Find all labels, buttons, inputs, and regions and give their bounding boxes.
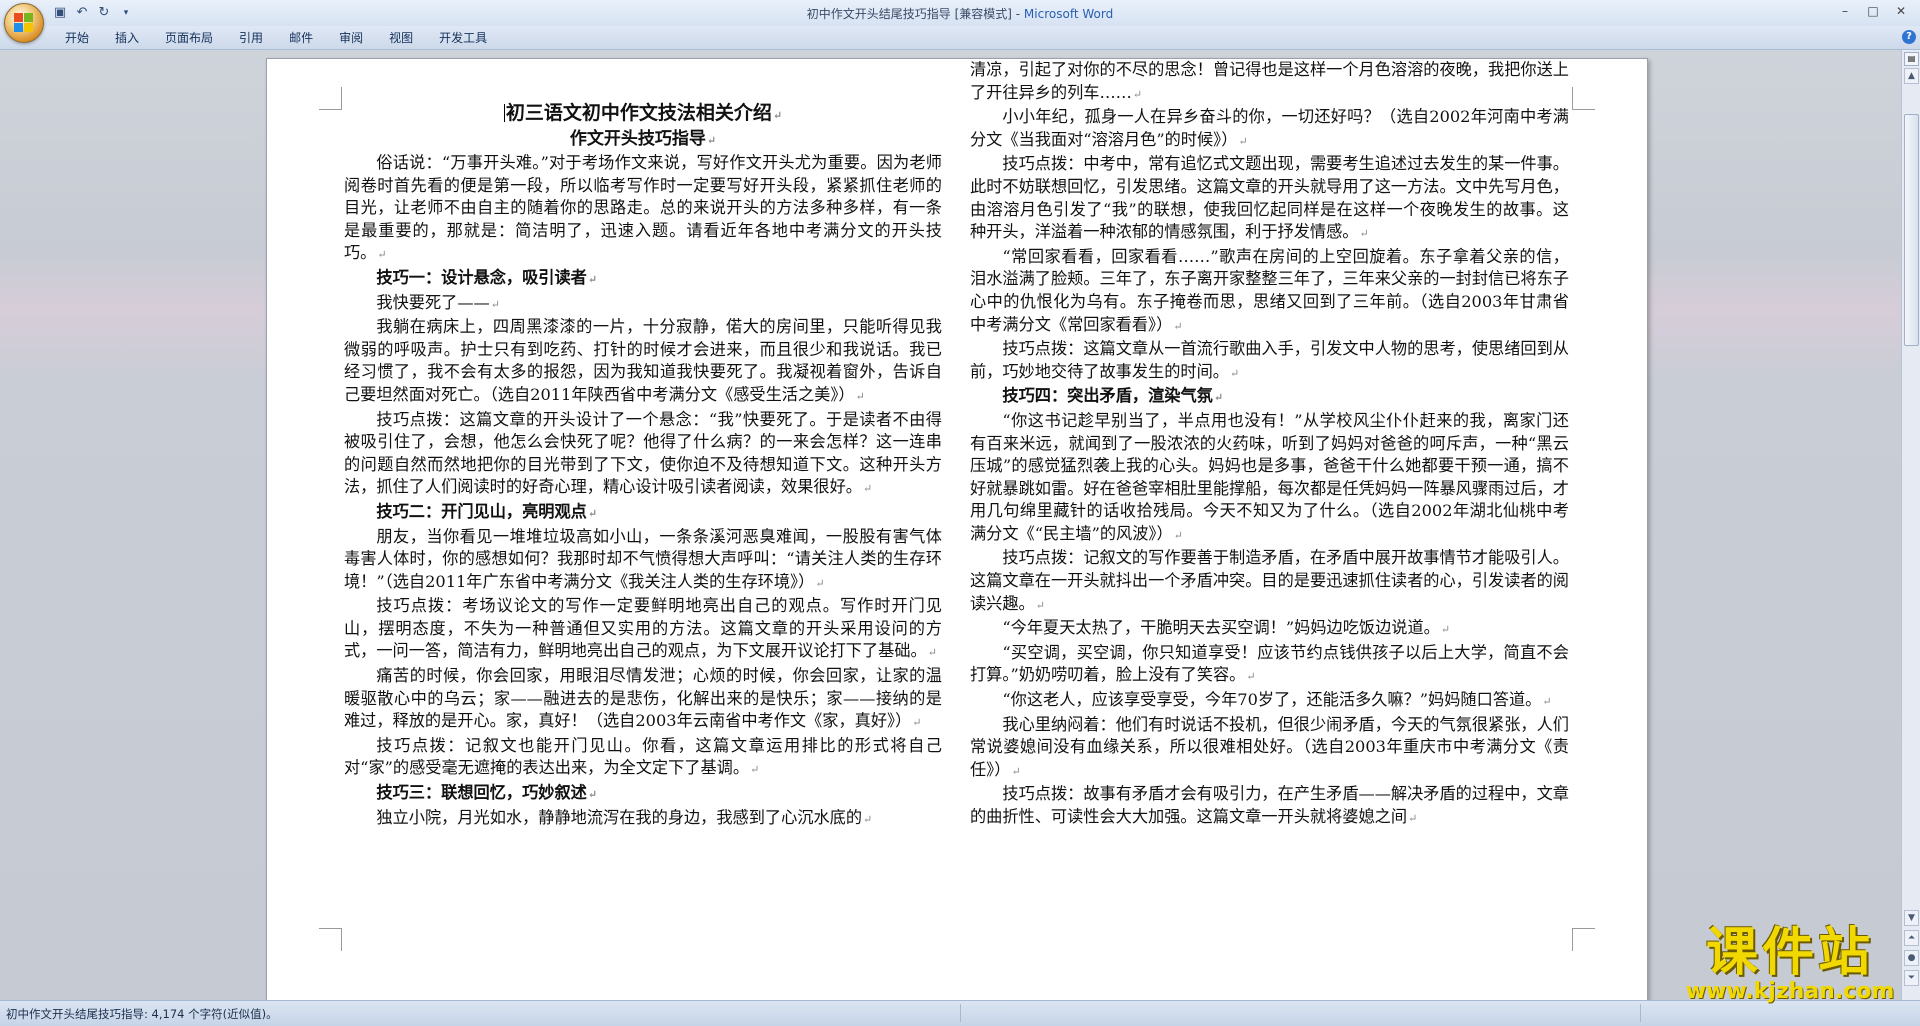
body-paragraph: 小小年纪，孤身一人在异乡奋斗的你，一切还好吗？（选自2002年河南中考满分文《当… bbox=[970, 107, 1569, 149]
status-bar: 初中作文开头结尾技巧指导: 4,174 个字符(近似值)。 bbox=[0, 1000, 1920, 1026]
tab-review[interactable]: 审阅 bbox=[326, 30, 376, 46]
left-column[interactable]: 初三语文初中作文技法相关介绍↵ 作文开头技巧指导↵ 俗话说：“万事开头难。”对于… bbox=[344, 101, 942, 831]
scroll-up-icon[interactable]: ▲ bbox=[1904, 68, 1919, 84]
tab-references[interactable]: 引用 bbox=[226, 30, 276, 46]
body-paragraph: 技巧点拨：记叙文的写作要善于制造矛盾，在矛盾中展开故事情节才能吸引人。这篇文章在… bbox=[970, 548, 1569, 613]
crop-mark bbox=[319, 928, 342, 951]
right-column[interactable]: 清凉，引起了对你的不尽的思念！曾记得也是这样一个月色溶溶的夜晚，我把你送上了开往… bbox=[970, 59, 1569, 831]
watermark-title: 课件站 bbox=[1705, 923, 1874, 983]
body-paragraph: “今年夏天太热了，干脆明天去买空调！”妈妈边吃饭边说道。↵ bbox=[1002, 618, 1451, 638]
section-heading: 技巧二：开门见山，亮明观点↵ bbox=[376, 501, 598, 521]
close-button[interactable]: ✕ bbox=[1888, 2, 1914, 20]
ribbon-tabs: 开始 插入 页面布局 引用 邮件 审阅 视图 开发工具 bbox=[52, 30, 500, 46]
tab-home[interactable]: 开始 bbox=[52, 30, 102, 46]
section-heading: 技巧一：设计悬念，吸引读者↵ bbox=[376, 267, 598, 287]
doc-subtitle: 作文开头技巧指导↵ bbox=[569, 129, 717, 149]
vertical-scrollbar[interactable]: ▤ ▲ ▼ ⏶ ● ⏷ bbox=[1901, 50, 1920, 1000]
document-page[interactable]: 初三语文初中作文技法相关介绍↵ 作文开头技巧指导↵ 俗话说：“万事开头难。”对于… bbox=[266, 58, 1648, 1000]
help-icon[interactable]: ? bbox=[1902, 30, 1916, 44]
tab-page-layout[interactable]: 页面布局 bbox=[152, 30, 226, 46]
body-paragraph: 技巧点拨：考场议论文的写作一定要鲜明地亮出自己的观点。写作时开门见山，摆明态度，… bbox=[344, 596, 942, 661]
section-heading: 技巧三：联想回忆，巧妙叙述↵ bbox=[376, 783, 598, 803]
body-paragraph: 我快要死了——↵ bbox=[376, 292, 500, 312]
office-button[interactable] bbox=[4, 3, 44, 43]
body-paragraph: 技巧点拨：这篇文章的开头设计了一个悬念：“我”快要死了。于是读者不由得被吸引住了… bbox=[344, 409, 942, 497]
body-paragraph: 技巧点拨：记叙文也能开门见山。你看，这篇文章运用排比的形式将自己对“家”的感受毫… bbox=[344, 735, 942, 778]
ribbon-tabs-bar: 开始 插入 页面布局 引用 邮件 审阅 视图 开发工具 ? bbox=[0, 26, 1920, 50]
body-paragraph: 技巧点拨：这篇文章从一首流行歌曲入手，引发文中人物的思考，使思绪回到从前，巧妙地… bbox=[970, 339, 1569, 381]
body-paragraph: “买空调，买空调，你只知道享受！应该节约点钱供孩子以后上大学，简直不会打算。”奶… bbox=[970, 642, 1569, 685]
body-paragraph: 技巧点拨：故事有矛盾才会有吸引力，在产生矛盾——解决矛盾的过程中，文章的曲折性、… bbox=[970, 784, 1569, 826]
left-column-body: 俗话说：“万事开头难。”对于考场作文来说，写好作文开头尤为重要。因为老师阅卷时首… bbox=[344, 152, 942, 831]
body-paragraph: 独立小院，月光如水，静静地流泻在我的身边，我感到了心沉水底的↵ bbox=[376, 807, 873, 827]
view-ruler-icon[interactable]: ▤ bbox=[1904, 52, 1919, 66]
tab-developer[interactable]: 开发工具 bbox=[426, 30, 500, 46]
document-name: 初中作文开头结尾技巧指导 [兼容模式] - bbox=[806, 7, 1024, 21]
document-workspace: 初三语文初中作文技法相关介绍↵ 作文开头技巧指导↵ 俗话说：“万事开头难。”对于… bbox=[0, 50, 1902, 1000]
body-paragraph: 我躺在病床上，四周黑漆漆的一片，十分寂静，偌大的房间里，只能听得见我微弱的呼吸声… bbox=[344, 317, 942, 404]
status-word-count[interactable]: 初中作文开头结尾技巧指导: 4,174 个字符(近似值)。 bbox=[6, 1006, 278, 1022]
tab-mailings[interactable]: 邮件 bbox=[276, 30, 326, 46]
minimize-button[interactable]: – bbox=[1832, 2, 1858, 20]
scroll-down-icon[interactable]: ▼ bbox=[1904, 910, 1919, 926]
window-controls: – □ ✕ bbox=[1832, 2, 1914, 20]
right-column-body: 清凉，引起了对你的不尽的思念！曾记得也是这样一个月色溶溶的夜晚，我把你送上了开往… bbox=[970, 59, 1569, 831]
office-logo-icon bbox=[14, 13, 34, 33]
body-paragraph: 俗话说：“万事开头难。”对于考场作文来说，写好作文开头尤为重要。因为老师阅卷时首… bbox=[344, 153, 942, 263]
window-title: 初中作文开头结尾技巧指导 [兼容模式] - Microsoft Word bbox=[0, 5, 1920, 22]
body-paragraph: 我心里纳闷着：他们有时说话不投机，但很少闹矛盾，今天的气氛很紧张，人们常说婆媳间… bbox=[970, 714, 1569, 779]
crop-mark bbox=[1572, 928, 1595, 951]
crop-mark bbox=[319, 87, 342, 110]
tab-insert[interactable]: 插入 bbox=[102, 30, 152, 46]
body-paragraph: “常回家看看，回家看看……”歌声在房间的上空回旋着。东子拿着父亲的信，泪水溢满了… bbox=[970, 246, 1569, 334]
status-divider bbox=[960, 1004, 961, 1022]
doc-title: 初三语文初中作文技法相关介绍↵ bbox=[503, 102, 783, 124]
body-paragraph: 技巧点拨：中考中，常有追忆式文题出现，需要考生追述过去发生的某一件事。此时不妨联… bbox=[970, 154, 1569, 242]
status-divider bbox=[1640, 1004, 1641, 1022]
title-bar: ▣ ↶ ↻ ▾ 初中作文开头结尾技巧指导 [兼容模式] - Microsoft … bbox=[0, 0, 1920, 43]
watermark-url: www.kjzhan.com bbox=[1685, 979, 1895, 1004]
app-name: Microsoft Word bbox=[1023, 7, 1114, 21]
body-paragraph: 朋友，当你看见一堆堆垃圾高如小山，一条条溪河恶臭难闻，一股股有害气体毒害人体时，… bbox=[344, 526, 942, 591]
watermark-logo: 课件站 www.kjzhan.com bbox=[1660, 923, 1920, 1004]
section-heading: 技巧四：突出矛盾，渲染气氛↵ bbox=[1002, 386, 1224, 406]
crop-mark bbox=[1572, 87, 1595, 110]
body-paragraph: “你这老人，应该享受享受，今年70岁了，还能活多久嘛？”妈妈随口答道。↵ bbox=[1002, 690, 1552, 710]
maximize-button[interactable]: □ bbox=[1860, 2, 1886, 20]
tab-view[interactable]: 视图 bbox=[376, 30, 426, 46]
body-paragraph: “你这书记趁早别当了，半点用也没有！”从学校风尘仆仆赶来的我，离家门还有百来米远… bbox=[970, 410, 1569, 543]
text-cursor bbox=[503, 104, 505, 122]
scroll-thumb[interactable] bbox=[1904, 114, 1919, 346]
body-paragraph: 痛苦的时候，你会回家，用眼泪尽情发泄；心烦的时候，你会回家，让家的温暖驱散心中的… bbox=[344, 666, 942, 731]
body-paragraph: 清凉，引起了对你的不尽的思念！曾记得也是这样一个月色溶溶的夜晚，我把你送上了开往… bbox=[970, 60, 1569, 102]
